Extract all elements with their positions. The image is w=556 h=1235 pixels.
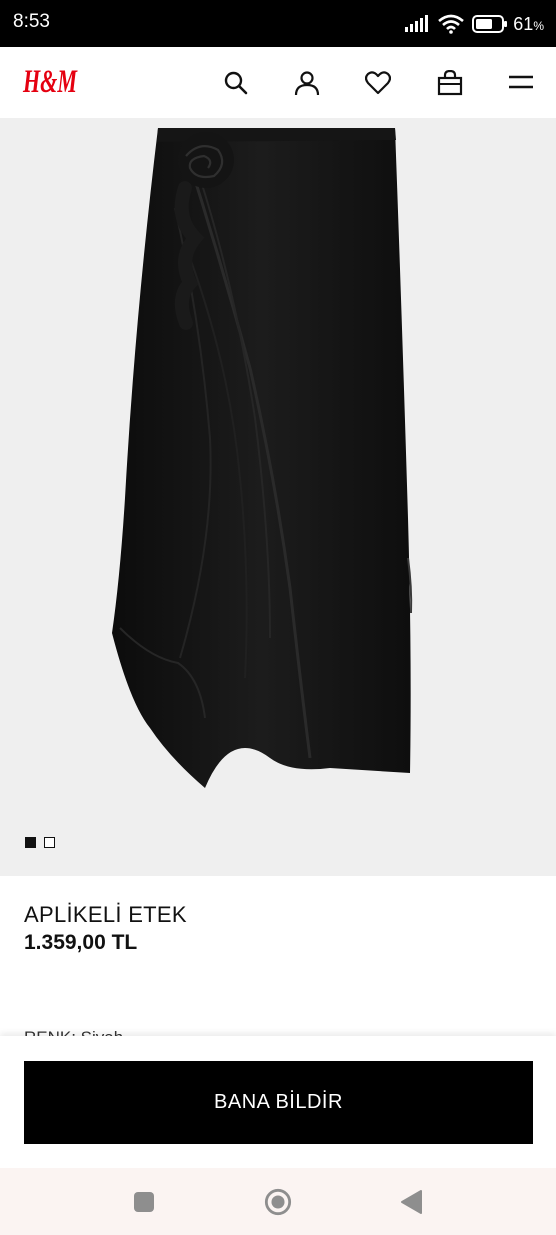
logo-svg: H&M — [22, 64, 78, 100]
system-nav-bar — [0, 1168, 556, 1235]
battery-percent: 61% — [513, 14, 544, 35]
notify-me-button[interactable]: BANA BİLDİR — [24, 1061, 533, 1144]
status-indicators: 61% — [404, 12, 544, 36]
back-icon[interactable] — [397, 1188, 425, 1216]
product-price: 1.359,00 TL — [24, 931, 138, 954]
battery-percent-value: 61 — [513, 13, 534, 34]
account-icon[interactable] — [293, 69, 321, 97]
battery-percent-unit: % — [533, 18, 544, 33]
carousel-dot-2[interactable] — [44, 837, 55, 848]
search-icon[interactable] — [222, 69, 250, 97]
app-header: H&M — [0, 47, 556, 118]
carousel-dots — [25, 837, 55, 848]
menu-icon[interactable] — [507, 69, 535, 97]
skirt-illustration — [112, 128, 413, 788]
status-bar: 8:53 61% — [0, 0, 556, 47]
carousel-dot-1[interactable] — [25, 837, 36, 848]
hm-logo[interactable]: H&M — [22, 61, 80, 106]
status-time: 8:53 — [13, 11, 50, 32]
recents-icon[interactable] — [130, 1188, 158, 1216]
wifi-icon — [438, 14, 465, 34]
home-icon[interactable] — [264, 1188, 292, 1216]
signal-icon — [404, 15, 430, 33]
logo-text: H&M — [22, 64, 78, 100]
product-title: APLİKELİ ETEK — [24, 902, 187, 927]
sticky-cta-bar: BANA BİLDİR — [0, 1036, 556, 1168]
favorites-icon[interactable] — [364, 69, 392, 97]
battery-icon — [472, 15, 508, 33]
product-image[interactable] — [0, 118, 556, 876]
cart-icon[interactable] — [436, 69, 464, 97]
